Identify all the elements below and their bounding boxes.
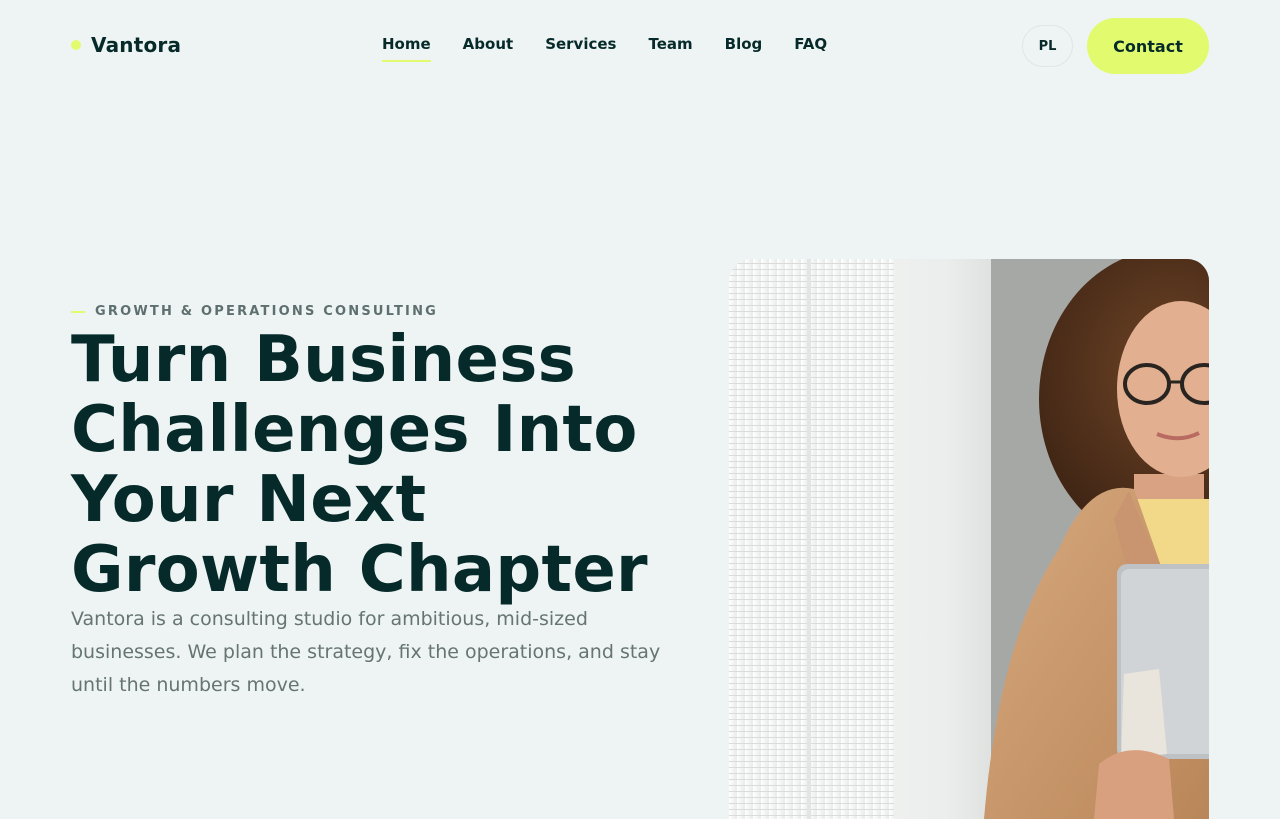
nav-home[interactable]: Home: [382, 35, 431, 62]
brand-name: Vantora: [91, 33, 182, 57]
eyebrow-text: GROWTH & OPERATIONS CONSULTING: [95, 304, 439, 319]
hero-description: Vantora is a consulting studio for ambit…: [71, 608, 661, 696]
main-nav: Home About Services Team Blog FAQ: [382, 35, 827, 62]
site-header: Vantora Home About Services Team Blog FA…: [0, 0, 1280, 92]
hero-title: Turn Business Challenges Into Your Next …: [71, 323, 648, 607]
nav-blog[interactable]: Blog: [725, 35, 763, 62]
nav-services[interactable]: Services: [545, 35, 616, 62]
nav-about[interactable]: About: [463, 35, 514, 62]
brand-logo[interactable]: Vantora: [71, 33, 181, 57]
nav-team[interactable]: Team: [648, 35, 692, 62]
language-switch-button[interactable]: PL: [1022, 25, 1073, 67]
hero-eyebrow: GROWTH & OPERATIONS CONSULTING: [71, 304, 438, 319]
nav-faq[interactable]: FAQ: [794, 35, 827, 62]
hero-photo: [729, 259, 1209, 819]
logo-dot-icon: [71, 40, 81, 50]
eyebrow-dash-icon: [71, 310, 85, 313]
contact-button[interactable]: Contact: [1087, 18, 1209, 74]
